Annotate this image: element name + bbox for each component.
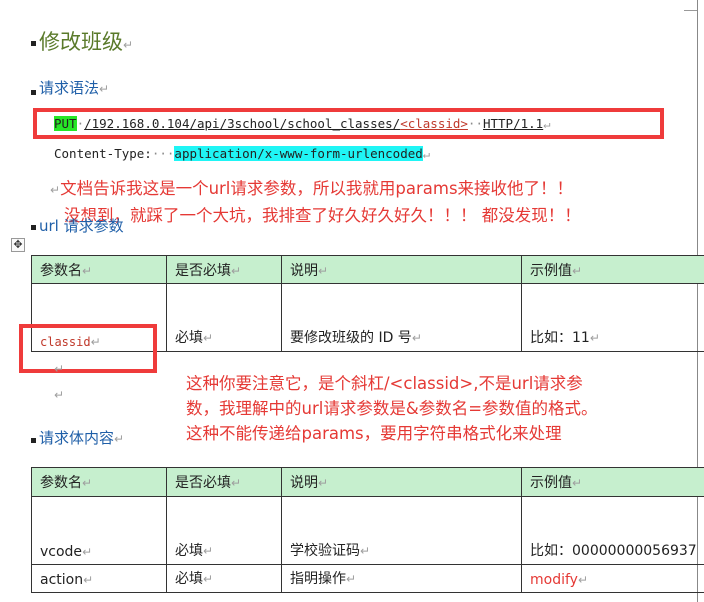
table-row: action↵ 必填↵ 指明操作↵ modify↵ xyxy=(31,564,704,593)
annotation-note-2: 这种你要注意它，是个斜杠/<classid>,不是url请求参 数，我理解中的u… xyxy=(186,374,598,443)
header-value: application/x-www-form-urlencoded xyxy=(174,146,423,161)
request-body-heading: 请求体内容↵ xyxy=(39,429,125,447)
content-type-line: Content-Type:···application/x-www-form-u… xyxy=(54,146,431,161)
http-protocol: HTTP/1.1 xyxy=(482,116,544,131)
table-row: vcode↵ 必填↵ 学校验证码↵ 比如：00000000056937 xyxy=(31,496,704,565)
column-header: 是否必填↵ xyxy=(166,467,282,497)
example-cell: 比如：00000000056937 xyxy=(521,496,704,565)
heading-bullet xyxy=(31,41,36,46)
example-cell: modify↵ xyxy=(521,564,704,593)
empty-paragraph-mark: ↵ xyxy=(54,388,65,402)
path-param: <classid> xyxy=(400,116,468,131)
empty-paragraph-mark: ↵ xyxy=(54,362,65,376)
url-params-heading: url 请求参数 xyxy=(39,217,124,235)
classid-highlight-box xyxy=(19,324,157,373)
column-header: 说明↵ xyxy=(281,255,522,284)
request-path: ·/192.168.0.104/api/3school/school_class… xyxy=(76,116,401,131)
heading-bullet xyxy=(31,90,36,95)
required-cell: 必填↵ xyxy=(166,564,282,593)
example-cell: 比如：11↵ xyxy=(521,283,704,352)
column-header: 示例值↵ xyxy=(521,255,704,284)
required-cell: 必填↵ xyxy=(166,283,282,352)
heading-bullet xyxy=(31,438,36,443)
table-header-row: 参数名↵ 是否必填↵ 说明↵ 示例值↵ xyxy=(31,255,704,284)
column-header: 示例值↵ xyxy=(521,467,704,497)
param-name-cell: vcode↵ xyxy=(31,496,167,565)
heading-bullet xyxy=(31,225,36,230)
param-name-cell: action↵ xyxy=(31,564,167,593)
description-cell: 指明操作↵ xyxy=(281,564,522,593)
description-cell: 学校验证码↵ xyxy=(281,496,522,565)
table-move-handle-icon[interactable]: ✥ xyxy=(11,238,25,252)
required-cell: 必填↵ xyxy=(166,496,282,565)
header-name: Content-Type: xyxy=(54,146,152,161)
section-title: 修改班级↵ xyxy=(39,30,134,54)
request-line: PUT·/192.168.0.104/api/3school/school_cl… xyxy=(54,116,551,131)
annotation-note-1: ↵文档告诉我这是一个url请求参数，所以我就用params来接收他了！！ 没想到… xyxy=(50,179,581,225)
request-syntax-heading: 请求语法↵ xyxy=(39,79,110,97)
page-corner-mark xyxy=(684,0,697,11)
http-method: PUT xyxy=(54,116,77,131)
column-header: 参数名↵ xyxy=(31,255,167,284)
column-header: 说明↵ xyxy=(281,467,522,497)
column-header: 参数名↵ xyxy=(31,467,167,497)
table-header-row: 参数名↵ 是否必填↵ 说明↵ 示例值↵ xyxy=(31,467,704,497)
description-cell: 要修改班级的 ID 号↵ xyxy=(281,283,522,352)
body-params-table: 参数名↵ 是否必填↵ 说明↵ 示例值↵ vcode↵ 必填↵ 学校验证码↵ 比如… xyxy=(31,467,704,593)
column-header: 是否必填↵ xyxy=(166,255,282,284)
